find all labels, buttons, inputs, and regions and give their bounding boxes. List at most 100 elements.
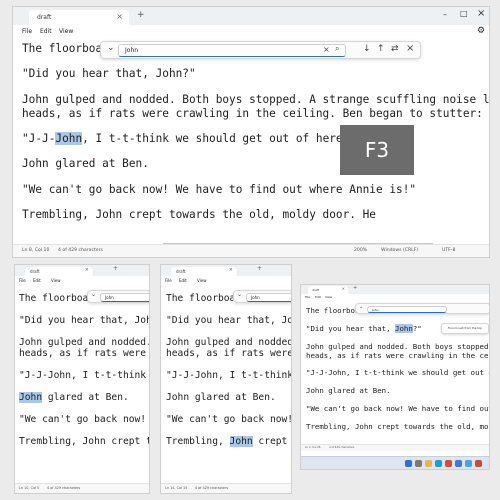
- new-tab-icon[interactable]: +: [113, 265, 118, 272]
- line-3b: heads, as if rats were crawling in the c…: [22, 107, 483, 120]
- minimize-icon[interactable]: –: [443, 10, 447, 19]
- line-2: "Did you hear that, John?": [22, 67, 196, 80]
- search-input-value: John: [105, 295, 114, 300]
- status-encoding[interactable]: UTF-8: [442, 248, 455, 253]
- tab-label: draft: [312, 288, 320, 292]
- menu-view[interactable]: View: [197, 278, 207, 283]
- menu-bar: File Edit View: [15, 276, 149, 285]
- find-bar: ⌄ John: [355, 303, 489, 314]
- new-tab-icon[interactable]: +: [257, 265, 262, 272]
- tab-close-icon[interactable]: ×: [342, 286, 345, 291]
- line-2: "Did you hear that, John?": [306, 324, 422, 333]
- menu-edit[interactable]: Edit: [33, 278, 41, 283]
- clear-search-icon[interactable]: ×: [323, 45, 330, 54]
- search-match-highlight: John: [19, 392, 43, 403]
- status-zoom[interactable]: 200%: [354, 248, 367, 253]
- line-3b: heads, as if rats were crawling in the c…: [306, 351, 489, 360]
- line-5: John glared at Ben.: [306, 386, 391, 395]
- search-match-highlight: John: [395, 324, 413, 333]
- app-icon[interactable]: [475, 460, 482, 467]
- line-3a: John gulped and nodded. Both boys stoppe…: [22, 93, 489, 106]
- line-3a: John gulped and nodded.: [19, 337, 149, 348]
- tab-draft[interactable]: draft ×: [29, 10, 129, 25]
- line-2-post: ?": [412, 324, 422, 333]
- tab-draft[interactable]: draft ×: [171, 267, 237, 276]
- status-line-ending[interactable]: Windows (CRLF): [381, 248, 418, 253]
- menu-file[interactable]: File: [22, 28, 32, 35]
- menu-file[interactable]: File: [19, 278, 26, 283]
- replace-options-icon[interactable]: ⇄: [391, 44, 399, 54]
- status-bar: Ln 10, Col 5 4 of 429 characters: [15, 483, 149, 493]
- menu-bar: File Edit View: [161, 276, 291, 285]
- tab-close-icon[interactable]: ×: [229, 267, 233, 273]
- store-icon[interactable]: [455, 460, 462, 467]
- new-tab-icon[interactable]: +: [137, 10, 145, 20]
- search-input[interactable]: John: [367, 306, 447, 313]
- search-match-highlight: John: [55, 132, 83, 145]
- line-3a: John gulped and nodded.: [166, 337, 291, 348]
- status-bar: Ln 2, Col 26 4 of 429 characters: [301, 444, 489, 451]
- menu-bar: File Edit View: [301, 294, 489, 301]
- search-input[interactable]: John: [118, 44, 346, 57]
- search-input[interactable]: John: [246, 293, 291, 302]
- maximize-icon[interactable]: □: [460, 9, 468, 18]
- tab-close-icon[interactable]: ×: [85, 267, 89, 273]
- expand-replace-chevron-icon[interactable]: ⌄: [107, 43, 115, 53]
- expand-replace-chevron-icon[interactable]: ⌄: [91, 291, 96, 298]
- status-character-count: 4 of 429 characters: [195, 486, 229, 490]
- menu-view[interactable]: View: [325, 295, 332, 299]
- menu-view[interactable]: View: [51, 278, 61, 283]
- text-editor[interactable]: The floorboar "Did you hear that, John J…: [161, 285, 291, 477]
- line-5: John glared at Ben.: [22, 157, 149, 170]
- line-2-pre: "Did you hear that,: [306, 324, 395, 333]
- keypress-f3-overlay: F3: [340, 125, 414, 175]
- line-7: Trembling, John crept towards the old, m…: [22, 208, 376, 221]
- new-tab-icon[interactable]: +: [353, 285, 357, 291]
- settings-gear-icon[interactable]: ⚙: [477, 26, 485, 36]
- expand-replace-chevron-icon[interactable]: ⌄: [237, 291, 242, 298]
- title-bar: draft × +: [15, 265, 149, 276]
- line-4-pre: "J-J-: [22, 132, 56, 145]
- status-character-count: 4 of 429 characters: [58, 248, 103, 253]
- menu-file[interactable]: File: [165, 278, 172, 283]
- close-window-icon[interactable]: ×: [477, 8, 485, 19]
- file-explorer-icon[interactable]: [425, 460, 432, 467]
- text-editor[interactable]: The floorboar "Did you hear that, John J…: [15, 285, 149, 477]
- find-next-down-icon[interactable]: ↓: [363, 44, 371, 54]
- find-icon[interactable]: ⌕: [335, 44, 339, 54]
- tab-label: draft: [176, 269, 186, 274]
- chrome-icon[interactable]: [445, 460, 452, 467]
- taskbar: [301, 456, 489, 469]
- tab-draft[interactable]: draft ×: [308, 286, 348, 294]
- find-bar: ⌄ John: [87, 290, 149, 303]
- search-input[interactable]: John: [100, 293, 149, 302]
- status-cursor-position: Ln 10, Col 5: [19, 486, 40, 490]
- line-7-pre: Trembling,: [166, 436, 230, 447]
- tab-draft[interactable]: draft ×: [25, 267, 93, 276]
- status-cursor-position: Ln 2, Col 26: [305, 446, 321, 449]
- line-3b: heads, as if rats were c: [19, 348, 149, 359]
- start-icon[interactable]: [405, 460, 412, 467]
- search-taskbar-icon[interactable]: [415, 460, 422, 467]
- menu-file[interactable]: File: [305, 295, 310, 299]
- line-7: Trembling, John crept towards the old, m…: [306, 422, 489, 431]
- menu-view[interactable]: View: [59, 28, 73, 35]
- status-character-count: 4 of 429 characters: [329, 446, 355, 449]
- tab-label: draft: [30, 269, 40, 274]
- notepad-icon[interactable]: [465, 460, 472, 467]
- line-3a: John gulped and nodded. Both boys stoppe…: [306, 342, 489, 351]
- find-bar: ⌄ John × ⌕ ↓ ↑ ⇄ ×: [100, 41, 421, 59]
- line-2: "Did you hear that, John: [166, 315, 291, 326]
- find-previous-up-icon[interactable]: ↑: [377, 44, 385, 54]
- line-5: John glared at Ben.: [19, 392, 129, 403]
- tab-close-icon[interactable]: ×: [116, 12, 123, 21]
- edge-icon[interactable]: [435, 460, 442, 467]
- line-7: Trembling, John crept to: [19, 436, 149, 447]
- menu-edit[interactable]: Edit: [179, 278, 187, 283]
- text-editor[interactable]: The floorboar "Did you hear that, John?"…: [13, 39, 489, 237]
- expand-replace-chevron-icon[interactable]: ⌄: [359, 304, 363, 310]
- menu-edit[interactable]: Edit: [40, 28, 52, 35]
- menu-edit[interactable]: Edit: [315, 295, 321, 299]
- close-find-icon[interactable]: ×: [406, 43, 414, 54]
- line-5: John glared at Ben.: [166, 392, 276, 403]
